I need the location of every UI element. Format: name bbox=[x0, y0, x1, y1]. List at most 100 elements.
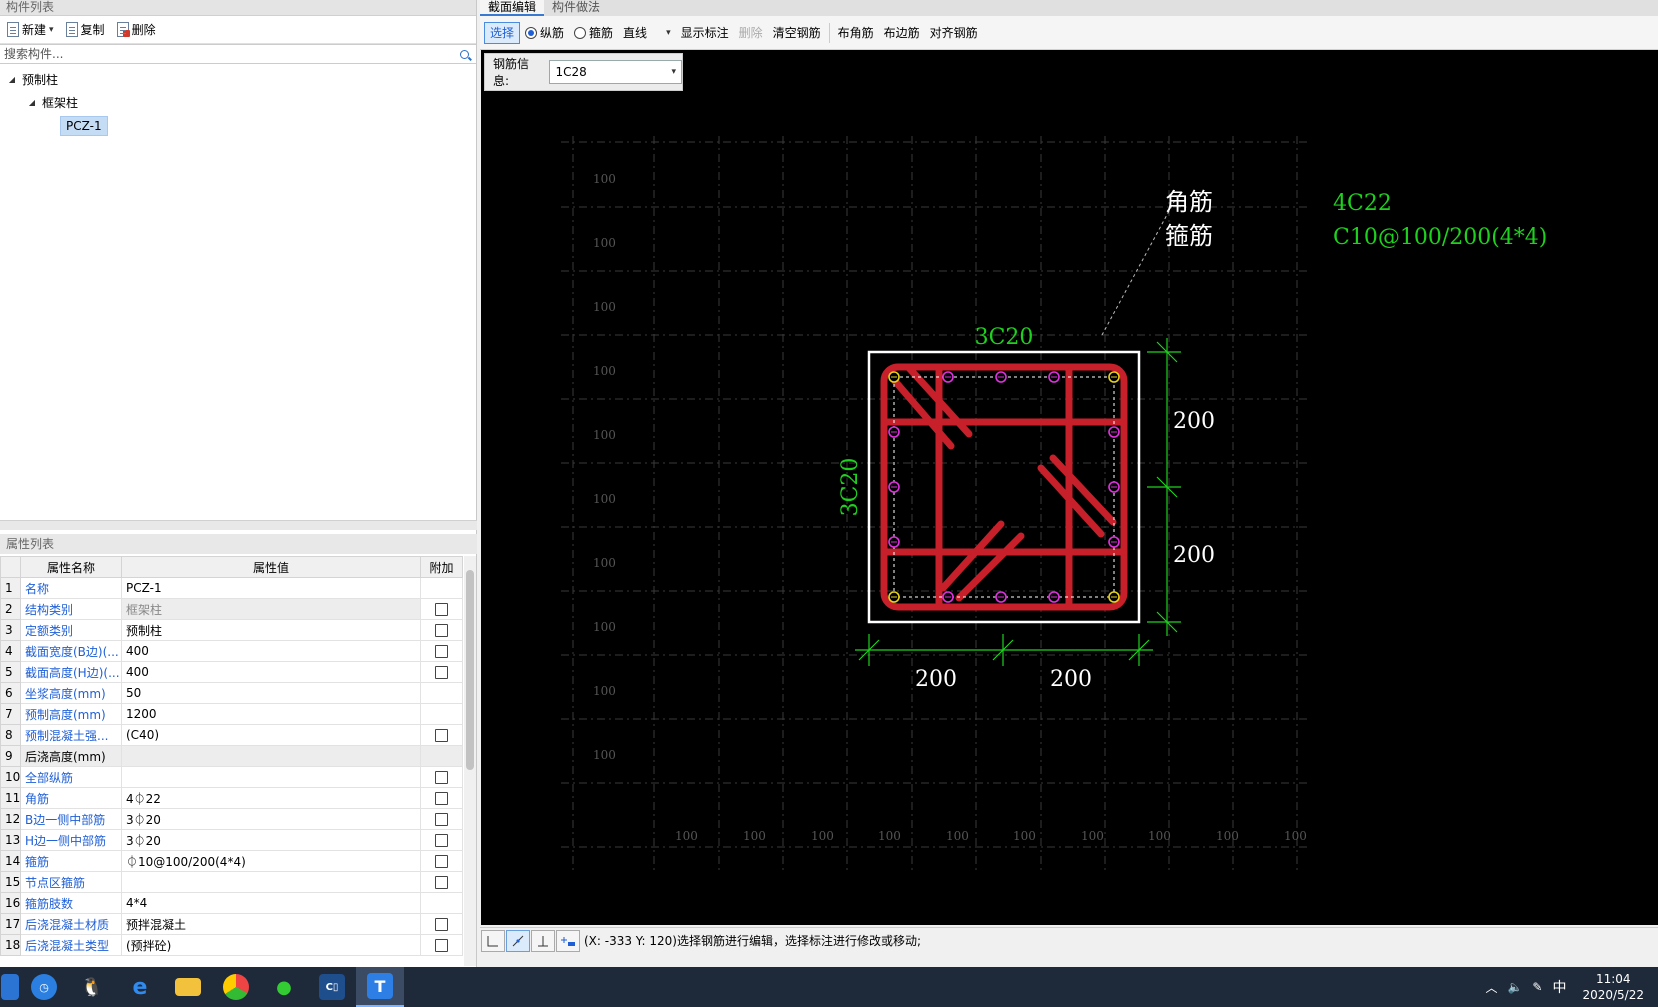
extra-checkbox[interactable] bbox=[435, 666, 448, 679]
extra-checkbox[interactable] bbox=[435, 645, 448, 658]
line-mode-dropdown[interactable]: 直线 ▾ bbox=[618, 22, 676, 44]
clock[interactable]: 11:04 2020/5/22 bbox=[1582, 971, 1644, 1003]
property-value[interactable]: 3⏀20 bbox=[121, 808, 421, 830]
property-value[interactable]: 预拌混凝土 bbox=[121, 913, 421, 935]
property-value[interactable]: 4⏀22 bbox=[121, 787, 421, 809]
tree-node-frame-column[interactable]: ◢ 框架柱 bbox=[0, 91, 476, 114]
extra-checkbox[interactable] bbox=[435, 729, 448, 742]
panel-divider[interactable] bbox=[0, 520, 477, 530]
mail-icon[interactable] bbox=[0, 967, 20, 1007]
dim-text-bottom-left[interactable]: 200 bbox=[915, 667, 957, 692]
tab-component-method[interactable]: 构件做法 bbox=[544, 0, 608, 16]
extra-checkbox[interactable] bbox=[435, 792, 448, 805]
dim-text-right-bottom[interactable]: 200 bbox=[1173, 543, 1215, 568]
scroll-thumb[interactable] bbox=[466, 570, 474, 770]
pen-icon[interactable]: ✎ bbox=[1532, 980, 1542, 994]
extra-checkbox[interactable] bbox=[435, 855, 448, 868]
qq-icon[interactable]: 🐧 bbox=[68, 967, 116, 1007]
stirrup-hook[interactable] bbox=[939, 520, 1005, 592]
property-value[interactable]: 框架柱 bbox=[121, 598, 421, 620]
glodon-app-icon[interactable]: T bbox=[356, 967, 404, 1007]
chrome-icon[interactable] bbox=[212, 967, 260, 1007]
property-value[interactable]: 400 bbox=[121, 661, 421, 683]
table-row[interactable]: 17 后浇混凝土材质 预拌混凝土 bbox=[0, 913, 463, 935]
property-value[interactable]: 400 bbox=[121, 640, 421, 662]
corner-rebar-label[interactable]: 角筋 bbox=[1165, 188, 1213, 216]
table-row[interactable]: 1 名称 PCZ-1 bbox=[0, 577, 463, 599]
copy-button[interactable]: 复制 bbox=[63, 19, 108, 41]
extra-checkbox[interactable] bbox=[435, 939, 448, 952]
extra-checkbox[interactable] bbox=[435, 603, 448, 616]
property-value[interactable]: (C40) bbox=[121, 724, 421, 746]
corner-rebar-value[interactable]: 4C22 bbox=[1333, 191, 1392, 216]
stirrup-hook[interactable] bbox=[955, 532, 1025, 602]
radio-stirrup[interactable]: 箍筋 bbox=[569, 22, 618, 44]
clear-rebar-button[interactable]: 清空钢筋 bbox=[768, 22, 826, 44]
extra-checkbox[interactable] bbox=[435, 813, 448, 826]
delete-button[interactable]: 删除 bbox=[114, 19, 159, 41]
delete-rebar-button[interactable]: 删除 bbox=[734, 22, 768, 44]
section-outline[interactable] bbox=[867, 350, 1141, 624]
rebar-info-select[interactable]: 1C28 ▾ bbox=[549, 60, 682, 84]
tree-node-pcz-1[interactable]: PCZ-1 bbox=[0, 114, 476, 137]
dim-text-right-top[interactable]: 200 bbox=[1173, 409, 1215, 434]
search-icon[interactable] bbox=[460, 49, 469, 59]
props-scrollbar[interactable] bbox=[464, 556, 476, 966]
property-value[interactable]: 4*4 bbox=[121, 892, 421, 914]
perpendicular-icon[interactable] bbox=[531, 929, 555, 952]
top-edge-rebar-label[interactable]: 3C20 bbox=[975, 325, 1034, 350]
property-value[interactable]: 预制柱 bbox=[121, 619, 421, 641]
edge-browser-icon[interactable]: e bbox=[116, 967, 164, 1007]
extra-checkbox[interactable] bbox=[435, 834, 448, 847]
table-row[interactable]: 3 定额类别 预制柱 bbox=[0, 619, 463, 641]
property-value[interactable] bbox=[121, 745, 421, 767]
table-row[interactable]: 6 坐浆高度(mm) 50 bbox=[0, 682, 463, 704]
expand-triangle-icon[interactable]: ◢ bbox=[6, 75, 18, 84]
cad-app-icon[interactable]: C▯ bbox=[308, 967, 356, 1007]
property-value[interactable]: 50 bbox=[121, 682, 421, 704]
stirrup-value[interactable]: C10@100/200(4*4) bbox=[1333, 225, 1547, 250]
table-row[interactable]: 15 节点区箍筋 bbox=[0, 871, 463, 893]
table-row[interactable]: 5 截面高度(H边)(... 400 bbox=[0, 661, 463, 683]
section-canvas[interactable]: 100 100 100 100 100 100 100 100 100 100 100 100 100 1… bbox=[481, 50, 1658, 925]
table-row[interactable]: 14 箍筋 ⏀10@100/200(4*4) bbox=[0, 850, 463, 872]
outer-stirrup[interactable] bbox=[880, 363, 1128, 611]
select-button[interactable]: 选择 bbox=[484, 21, 521, 44]
property-value[interactable]: 1200 bbox=[121, 703, 421, 725]
table-row[interactable]: 13 H边一侧中部筋 3⏀20 bbox=[0, 829, 463, 851]
table-row[interactable]: 9 后浇高度(mm) bbox=[0, 745, 463, 767]
property-value[interactable]: ⏀10@100/200(4*4) bbox=[121, 850, 421, 872]
property-value[interactable] bbox=[121, 871, 421, 893]
radio-longitudinal[interactable]: 纵筋 bbox=[520, 22, 569, 44]
table-row[interactable]: 11 角筋 4⏀22 bbox=[0, 787, 463, 809]
property-value[interactable] bbox=[121, 766, 421, 788]
radio-on-icon[interactable] bbox=[525, 26, 538, 39]
extra-checkbox[interactable] bbox=[435, 771, 448, 784]
edge-rebar-button[interactable]: 布边筋 bbox=[879, 22, 925, 44]
extra-checkbox[interactable] bbox=[435, 876, 448, 889]
file-explorer-icon[interactable] bbox=[164, 967, 212, 1007]
dimension-icon[interactable] bbox=[556, 929, 580, 952]
clock-app-icon[interactable]: ◷ bbox=[20, 967, 68, 1007]
ime-indicator[interactable]: 中 bbox=[1552, 977, 1566, 997]
stirrup-label[interactable]: 箍筋 bbox=[1165, 222, 1213, 250]
snap-icon[interactable] bbox=[506, 929, 530, 952]
table-row[interactable]: 2 结构类别 框架柱 bbox=[0, 598, 463, 620]
property-value[interactable]: PCZ-1 bbox=[121, 577, 421, 599]
table-row[interactable]: 18 后浇混凝土类型 (预拌砼) bbox=[0, 934, 463, 956]
corner-rebar-button[interactable]: 布角筋 bbox=[833, 22, 879, 44]
expand-triangle-icon[interactable]: ◢ bbox=[26, 98, 38, 107]
show-dims-button[interactable]: 显示标注 bbox=[676, 22, 734, 44]
ortho-icon[interactable] bbox=[481, 929, 505, 952]
align-rebar-button[interactable]: 对齐钢筋 bbox=[925, 22, 983, 44]
volume-icon[interactable]: 🔈 bbox=[1507, 980, 1522, 994]
radio-off-icon[interactable] bbox=[574, 26, 587, 39]
table-row[interactable]: 12 B边一侧中部筋 3⏀20 bbox=[0, 808, 463, 830]
extra-checkbox[interactable] bbox=[435, 624, 448, 637]
tree-node-precast-column[interactable]: ◢ 预制柱 bbox=[0, 68, 476, 91]
property-value[interactable]: (预拌砼) bbox=[121, 934, 421, 956]
inner-stirrup-horizontal[interactable] bbox=[880, 418, 1128, 556]
table-row[interactable]: 7 预制高度(mm) 1200 bbox=[0, 703, 463, 725]
tab-section-edit[interactable]: 截面编辑 bbox=[480, 0, 545, 16]
table-row[interactable]: 4 截面宽度(B边)(... 400 bbox=[0, 640, 463, 662]
